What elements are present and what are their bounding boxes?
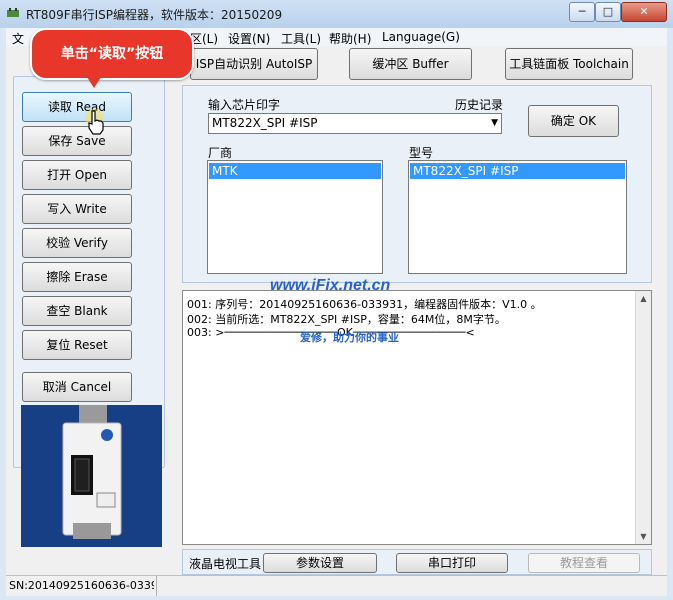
menu-partial[interactable]: 区(L) (190, 30, 218, 47)
scroll-up-icon[interactable]: ▲ (636, 291, 651, 306)
toolchain-label: 工具链面板 Toolchain (509, 57, 629, 71)
menu-settings[interactable]: 设置(N) (228, 30, 270, 47)
window-title: RT809F串行ISP编程器，软件版本：20150209 (26, 8, 283, 22)
params-button[interactable]: 参数设置 (263, 553, 377, 573)
serial-number: SN:20140925160636-0339 (9, 579, 154, 592)
ok-label: 确定 OK (550, 114, 597, 128)
app-icon (7, 8, 19, 17)
read-button[interactable]: 读取 Read (22, 92, 132, 122)
read-label: 读取 Read (48, 100, 106, 114)
vendor-item[interactable]: MTK (209, 163, 381, 179)
watermark: www.iFix.net.cn (270, 277, 391, 294)
serial-print-label: 串口打印 (427, 556, 476, 570)
log-line: 002: 当前所选：MT822X_SPI #ISP，容量：64M位，8M字节。 (187, 313, 506, 326)
programmer-photo (21, 405, 162, 547)
model-label: 型号 (409, 146, 434, 160)
menu-tools[interactable]: 工具(L) (281, 30, 321, 47)
chip-combo[interactable]: MT822X_SPI #ISP ▼ (208, 113, 502, 134)
minimize-button[interactable]: ─ (569, 2, 595, 22)
chip-combo-value: MT822X_SPI #ISP (212, 116, 318, 130)
write-button[interactable]: 写入 Write (22, 194, 132, 224)
hand-cursor-icon (85, 109, 104, 135)
tutorial-label: 教程查看 (559, 556, 608, 570)
reset-button[interactable]: 复位 Reset (22, 330, 132, 360)
vendor-label: 厂商 (208, 146, 233, 160)
model-list[interactable]: MT822X_SPI #ISP (408, 160, 627, 274)
log-scrollbar[interactable]: ▲ ▼ (635, 291, 651, 544)
callout-bubble: 单击“读取”按钮 (30, 28, 194, 80)
callout-tail (85, 74, 103, 88)
history-label: 历史记录 (455, 98, 504, 112)
save-label: 保存 Save (48, 134, 106, 148)
serial-print-button[interactable]: 串口打印 (396, 553, 508, 573)
menu-help[interactable]: 帮助(H) (329, 30, 371, 47)
callout-text: 单击“读取”按钮 (60, 46, 164, 62)
vendor-list[interactable]: MTK (207, 160, 383, 274)
write-label: 写入 Write (47, 202, 107, 216)
chevron-down-icon: ▼ (491, 118, 498, 128)
watermark-subtitle: 爱修，助力你的事业 (300, 331, 399, 344)
ok-button[interactable]: 确定 OK (528, 105, 619, 137)
close-button[interactable]: ✕ (621, 2, 667, 22)
params-label: 参数设置 (295, 556, 344, 570)
save-button[interactable]: 保存 Save (22, 126, 132, 156)
open-label: 打开 Open (47, 168, 107, 182)
toolchain-button[interactable]: 工具链面板 Toolchain (505, 48, 633, 80)
blank-label: 查空 Blank (46, 304, 108, 318)
status-bar: SN:20140925160636-0339 (6, 575, 667, 596)
log-line: 001: 序列号：20140925160636-033931，编程器固件版本：V… (187, 298, 542, 311)
verify-button[interactable]: 校验 Verify (22, 228, 132, 258)
open-button[interactable]: 打开 Open (22, 160, 132, 190)
erase-button[interactable]: 擦除 Erase (22, 262, 132, 292)
buffer-label: 缓冲区 Buffer (372, 57, 449, 71)
menu-language[interactable]: Language(G) (382, 30, 460, 44)
buffer-button[interactable]: 缓冲区 Buffer (349, 48, 472, 80)
maximize-button[interactable]: □ (595, 2, 621, 22)
erase-label: 擦除 Erase (46, 270, 108, 284)
autoisp-button[interactable]: ISP自动识别 AutoISP (190, 48, 318, 80)
title-bar: RT809F串行ISP编程器，软件版本：20150209 ─ □ ✕ (0, 0, 673, 28)
model-item[interactable]: MT822X_SPI #ISP (410, 163, 625, 179)
autoisp-label: ISP自动识别 AutoISP (195, 57, 313, 71)
menu-file[interactable]: 文 (12, 30, 24, 47)
blank-button[interactable]: 查空 Blank (22, 296, 132, 326)
verify-label: 校验 Verify (46, 236, 108, 250)
lcd-tools-label: 液晶电视工具 (189, 557, 262, 571)
log-output[interactable]: 001: 序列号：20140925160636-033931，编程器固件版本：V… (182, 290, 652, 545)
cancel-label: 取消 Cancel (42, 380, 112, 394)
chip-input-label: 输入芯片印字 (208, 98, 281, 112)
cancel-button[interactable]: 取消 Cancel (22, 372, 132, 402)
reset-label: 复位 Reset (46, 338, 108, 352)
tutorial-button[interactable]: 教程查看 (528, 553, 640, 573)
status-divider (156, 576, 157, 596)
scroll-down-icon[interactable]: ▼ (636, 529, 651, 544)
